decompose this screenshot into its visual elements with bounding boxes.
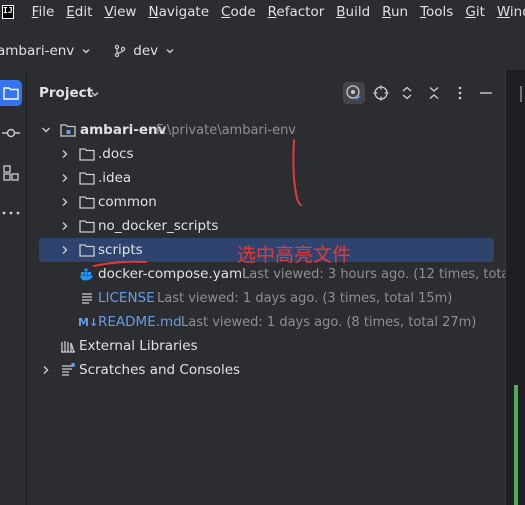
scroll-from-source-button[interactable] (370, 82, 392, 104)
folder-label: common (98, 194, 157, 210)
collapse-all-button[interactable] (423, 82, 445, 104)
editor-tab-edge (520, 86, 525, 102)
menu-file[interactable]: File (32, 4, 55, 20)
expand-all-icon (402, 86, 412, 100)
folder-icon (79, 244, 95, 257)
chevron-down-icon (166, 49, 174, 54)
chevron-right-icon[interactable] (60, 197, 70, 207)
menu-code[interactable]: Code (221, 4, 256, 20)
panel-options-button[interactable] (449, 82, 471, 104)
root-folder-path: F:\private\ambari-env (156, 122, 296, 138)
chevron-right-icon[interactable] (60, 173, 70, 183)
tree-folder-idea[interactable]: .idea (28, 166, 505, 190)
scratches-icon (62, 363, 75, 376)
text-file-icon (82, 293, 92, 304)
root-folder-label: ambari-env (80, 122, 167, 138)
menu-tools[interactable]: Tools (420, 4, 453, 20)
external-libraries-label: External Libraries (79, 338, 198, 354)
menu-build[interactable]: Build (336, 4, 370, 20)
tree-scratches-and-consoles[interactable]: Scratches and Consoles (28, 358, 505, 382)
main-toolbar: ambari-env dev (0, 33, 525, 69)
locate-file-icon (346, 85, 361, 101)
project-tool-button[interactable] (0, 80, 22, 106)
folder-icon (79, 148, 95, 161)
git-branch-icon (115, 44, 126, 58)
tree-external-libraries[interactable]: External Libraries (28, 334, 505, 358)
folder-icon (3, 87, 19, 100)
chevron-right-icon[interactable] (60, 149, 70, 159)
chevron-down-icon (82, 49, 90, 54)
tool-window-strip (0, 70, 27, 505)
chevron-right-icon[interactable] (41, 365, 51, 375)
folder-label: scripts (98, 242, 143, 258)
menu-view[interactable]: View (104, 4, 136, 20)
file-meta: Last viewed: 1 days ago. (8 times, total… (181, 314, 477, 330)
structure-icon (3, 165, 19, 181)
tree-file-license[interactable]: LICENSE Last viewed: 1 days ago. (3 time… (28, 286, 505, 310)
file-meta: Last viewed: 1 days ago. (3 times, total… (157, 290, 453, 306)
expand-all-button[interactable] (396, 82, 418, 104)
project-panel-header: Project (28, 70, 505, 114)
more-horizontal-icon (2, 211, 20, 215)
file-label: README.md (98, 314, 182, 330)
chevron-down-icon[interactable] (41, 125, 51, 135)
folder-label: no_docker_scripts (98, 218, 219, 234)
collapse-all-icon (429, 86, 439, 100)
panel-title[interactable]: Project (39, 85, 93, 101)
scratches-label: Scratches and Consoles (79, 362, 241, 378)
select-opened-file-button[interactable] (343, 82, 365, 104)
folder-icon (79, 196, 95, 209)
file-label: LICENSE (98, 290, 155, 306)
chevron-right-icon[interactable] (60, 221, 70, 231)
menu-git[interactable]: Git (465, 4, 485, 20)
file-meta: Last viewed: 3 hours ago. (12 times, tot… (242, 266, 514, 282)
hide-panel-button[interactable] (475, 82, 497, 104)
menu-run[interactable]: Run (382, 4, 408, 20)
branch-selector-label: dev (133, 43, 159, 59)
more-vertical-icon (458, 86, 462, 100)
tree-folder-no-docker-scripts[interactable]: no_docker_scripts (28, 214, 505, 238)
menu-navigate[interactable]: Navigate (148, 4, 209, 20)
folder-label: .idea (98, 170, 132, 186)
branch-selector[interactable]: dev (113, 43, 175, 59)
markdown-icon: M↓ (78, 315, 99, 329)
intellij-logo-icon[interactable]: IJ (2, 5, 14, 19)
crosshair-icon (373, 85, 389, 101)
project-selector[interactable]: ambari-env (0, 43, 91, 59)
tree-file-readme[interactable]: M↓ README.md Last viewed: 1 days ago. (8… (28, 310, 505, 334)
menu-edit[interactable]: Edit (66, 4, 92, 20)
project-tool-window: Project ambari-env F:\private\ambari-env (28, 70, 513, 505)
annotation-stroke (292, 139, 302, 206)
chevron-right-icon[interactable] (60, 245, 70, 255)
menu-refactor[interactable]: Refactor (268, 4, 325, 20)
folder-icon (79, 172, 95, 185)
tree-root-ambari-env[interactable]: ambari-env F:\private\ambari-env (28, 118, 505, 142)
commit-tool-button[interactable] (0, 120, 22, 146)
chevron-down-icon[interactable] (90, 89, 100, 99)
annotation-text: 选中高亮文件 (237, 244, 352, 266)
tree-folder-docs[interactable]: .docs (28, 142, 505, 166)
folder-icon (79, 220, 95, 233)
minimize-icon (480, 92, 492, 94)
menu-window[interactable]: Windo (497, 4, 525, 20)
editor-area-edge (505, 70, 525, 505)
annotation-underline (93, 260, 147, 267)
structure-tool-button[interactable] (0, 160, 22, 186)
change-marker (514, 385, 518, 505)
commit-icon (2, 128, 20, 138)
library-icon (61, 341, 75, 353)
module-folder-icon (60, 124, 76, 137)
folder-label: .docs (98, 146, 134, 162)
menu-bar: IJ File Edit View Navigate Code Refactor… (0, 0, 525, 24)
tree-folder-common[interactable]: common (28, 190, 505, 214)
more-tools-button[interactable] (0, 200, 22, 226)
project-selector-label: ambari-env (0, 43, 75, 59)
